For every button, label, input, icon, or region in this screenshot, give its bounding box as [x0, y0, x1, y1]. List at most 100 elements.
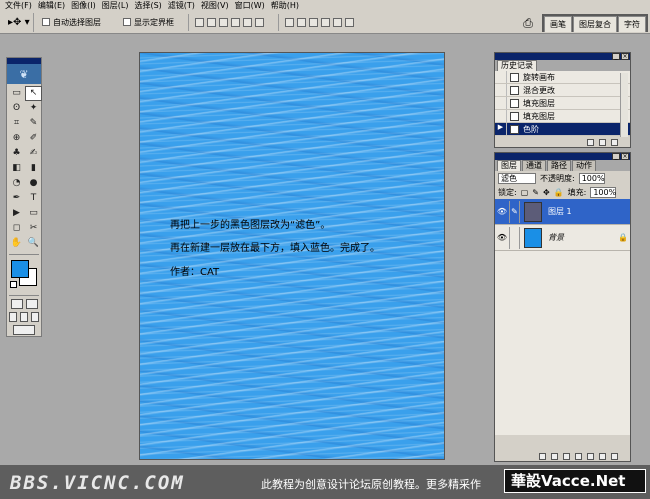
- distribute-right-icon[interactable]: [345, 17, 354, 27]
- close-icon[interactable]: ×: [621, 153, 629, 160]
- dodge-tool-icon[interactable]: ●: [25, 176, 42, 191]
- tab-layer-comps[interactable]: 图层复合: [573, 16, 617, 32]
- quick-mask-icon[interactable]: [25, 299, 38, 309]
- layer-mask-icon[interactable]: [563, 452, 570, 460]
- distribute-hcenter-icon[interactable]: [333, 17, 342, 27]
- marquee-tool-icon[interactable]: ▭: [8, 86, 25, 101]
- tab-history[interactable]: 历史记录: [497, 60, 537, 71]
- tab-brushes[interactable]: 画笔: [544, 16, 572, 32]
- distribute-top-icon[interactable]: [285, 17, 294, 27]
- history-scrollbar[interactable]: [620, 73, 628, 137]
- magic-wand-tool-icon[interactable]: ✦: [25, 101, 42, 116]
- layer-row[interactable]: 👁 ✎ 图层 1: [495, 199, 630, 225]
- history-item[interactable]: 填充图层: [495, 110, 630, 123]
- menu-filter[interactable]: 滤镜(T): [167, 0, 200, 11]
- menu-layer[interactable]: 图层(L): [101, 0, 134, 11]
- lock-transparency-icon[interactable]: ▢: [521, 188, 529, 197]
- move-tool-preset-icon[interactable]: ▸✥ ▾: [0, 12, 34, 32]
- brush-tool-icon[interactable]: ✐: [25, 131, 42, 146]
- foreground-color-swatch[interactable]: [11, 260, 29, 278]
- fill-input[interactable]: 100%: [590, 186, 617, 198]
- document-canvas[interactable]: 再把上一步的黑色图层改为“滤色”。 再在新建一层放在最下方，填入蓝色。完成了。 …: [139, 52, 445, 460]
- close-icon[interactable]: ×: [621, 53, 629, 60]
- path-selection-tool-icon[interactable]: ▶: [8, 206, 25, 221]
- layer-style-icon[interactable]: [551, 452, 558, 460]
- tab-layers[interactable]: 图层: [497, 160, 521, 171]
- link-icon[interactable]: [539, 452, 546, 460]
- auto-select-layer-checkbox[interactable]: 自动选择图层: [42, 17, 101, 28]
- menu-edit[interactable]: 编辑(E): [37, 0, 70, 11]
- new-snapshot-icon[interactable]: [599, 138, 606, 146]
- align-hcenter-icon[interactable]: [243, 17, 252, 27]
- distribute-bottom-icon[interactable]: [309, 17, 318, 27]
- brush-link-icon[interactable]: [509, 226, 520, 249]
- distribute-vcenter-icon[interactable]: [297, 17, 306, 27]
- align-vcenter-icon[interactable]: [207, 17, 216, 27]
- blur-tool-icon[interactable]: ◔: [8, 176, 25, 191]
- menu-view[interactable]: 视图(V): [200, 0, 234, 11]
- standard-mode-icon[interactable]: [10, 299, 23, 309]
- align-bottom-icon[interactable]: [219, 17, 228, 27]
- history-panel-titlebar[interactable]: _ ×: [495, 53, 630, 60]
- show-bounding-box-checkbox[interactable]: 显示定界框: [123, 17, 174, 28]
- layer-row[interactable]: 👁 背景 🔒: [495, 225, 630, 251]
- healing-brush-tool-icon[interactable]: ⊕: [8, 131, 25, 146]
- history-item-selected[interactable]: ▶ 色阶: [495, 123, 630, 136]
- history-item[interactable]: 混合更改: [495, 84, 630, 97]
- menu-file[interactable]: 文件(F): [4, 0, 37, 11]
- tab-channels[interactable]: 通道: [522, 160, 546, 171]
- history-item[interactable]: 填充图层: [495, 97, 630, 110]
- full-screen-icon[interactable]: [31, 312, 39, 322]
- distribute-left-icon[interactable]: [321, 17, 330, 27]
- lock-all-icon[interactable]: 🔒: [554, 188, 564, 197]
- jump-to-imageready-icon[interactable]: [13, 325, 35, 335]
- notes-tool-icon[interactable]: ◻: [8, 221, 25, 236]
- rectangle-tool-icon[interactable]: ▭: [25, 206, 42, 221]
- crop-tool-icon[interactable]: ⌗: [8, 116, 25, 131]
- eye-icon[interactable]: 👁: [495, 207, 509, 216]
- move-tool-icon[interactable]: ↖: [25, 86, 42, 101]
- feather-logo-icon[interactable]: ❦: [7, 64, 41, 84]
- align-top-icon[interactable]: [195, 17, 204, 27]
- tab-paths[interactable]: 路径: [547, 160, 571, 171]
- menu-window[interactable]: 窗口(W): [234, 0, 270, 11]
- standard-screen-icon[interactable]: [9, 312, 17, 322]
- lock-position-icon[interactable]: ✥: [543, 188, 550, 197]
- menu-image[interactable]: 图像(I): [70, 0, 101, 11]
- minimize-icon[interactable]: _: [612, 53, 620, 60]
- eye-icon[interactable]: 👁: [495, 233, 509, 242]
- new-document-icon[interactable]: [587, 138, 594, 146]
- layers-panel-titlebar[interactable]: _ ×: [495, 153, 630, 160]
- eyedropper-tool-icon[interactable]: ✂: [25, 221, 42, 236]
- opacity-input[interactable]: 100%: [578, 172, 605, 184]
- tab-character[interactable]: 字符: [618, 16, 646, 32]
- gradient-tool-icon[interactable]: ▮: [25, 161, 42, 176]
- trash-icon[interactable]: [611, 452, 618, 460]
- default-colors-icon[interactable]: [10, 281, 17, 288]
- history-brush-tool-icon[interactable]: ✍: [25, 146, 42, 161]
- full-screen-menu-icon[interactable]: [20, 312, 28, 322]
- lasso-tool-icon[interactable]: ʘ: [8, 101, 25, 116]
- eraser-tool-icon[interactable]: ◧: [8, 161, 25, 176]
- type-tool-icon[interactable]: T: [25, 191, 42, 206]
- zoom-tool-icon[interactable]: 🔍: [25, 236, 42, 251]
- align-left-icon[interactable]: [231, 17, 240, 27]
- trash-icon[interactable]: [611, 138, 618, 146]
- lock-image-icon[interactable]: ✎: [532, 188, 539, 197]
- minimize-icon[interactable]: _: [612, 153, 620, 160]
- blend-mode-select[interactable]: 滤色: [498, 172, 536, 184]
- pen-tool-icon[interactable]: ✒: [8, 191, 25, 206]
- new-layer-icon[interactable]: [599, 452, 606, 460]
- printer-icon[interactable]: ⎙: [520, 15, 536, 31]
- brush-link-icon[interactable]: ✎: [509, 200, 520, 223]
- menu-help[interactable]: 帮助(H): [270, 0, 304, 11]
- clone-stamp-tool-icon[interactable]: ♣: [8, 146, 25, 161]
- hand-tool-icon[interactable]: ✋: [8, 236, 25, 251]
- history-item[interactable]: 旋转画布: [495, 71, 630, 84]
- tab-actions[interactable]: 动作: [572, 160, 596, 171]
- menu-select[interactable]: 选择(S): [133, 0, 166, 11]
- align-right-icon[interactable]: [255, 17, 264, 27]
- slice-tool-icon[interactable]: ✎: [25, 116, 42, 131]
- adjustment-layer-icon[interactable]: [587, 452, 594, 460]
- new-group-icon[interactable]: [575, 452, 582, 460]
